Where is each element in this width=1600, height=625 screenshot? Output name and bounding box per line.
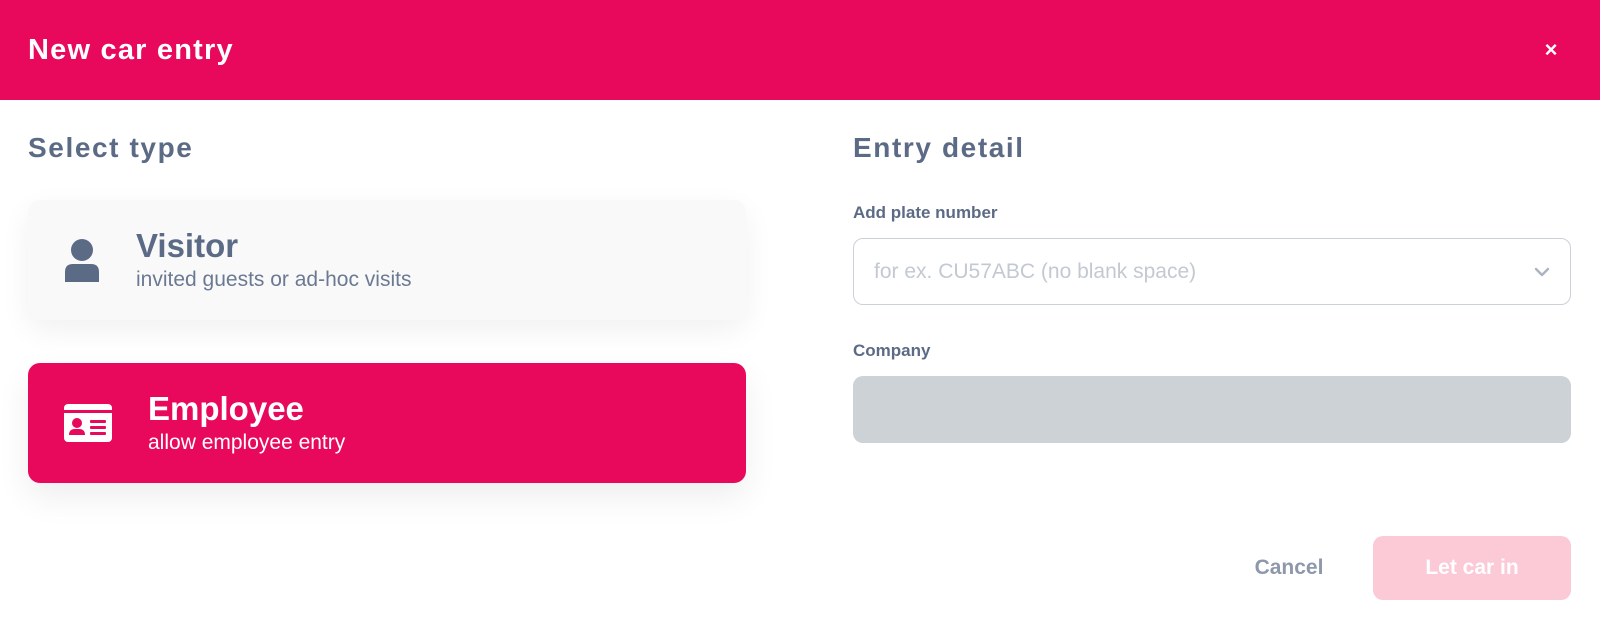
dialog-title: New car entry <box>28 33 234 66</box>
id-card-icon <box>28 403 148 443</box>
plate-number-label: Add plate number <box>853 203 998 222</box>
cancel-button[interactable]: Cancel <box>1230 548 1348 588</box>
company-field <box>853 376 1571 443</box>
company-label: Company <box>853 341 931 360</box>
let-car-in-button[interactable]: Let car in <box>1373 536 1571 600</box>
plate-number-input[interactable] <box>874 259 1474 284</box>
plate-number-select[interactable] <box>853 238 1571 305</box>
employee-subtitle: allow employee entry <box>148 431 346 455</box>
close-button[interactable]: × <box>1536 35 1566 65</box>
employee-option-card[interactable]: Employee allow employee entry <box>28 363 746 483</box>
select-type-title: Select type <box>28 132 194 163</box>
visitor-option-card[interactable]: Visitor invited guests or ad-hoc visits <box>28 200 746 320</box>
dialog-header: New car entry × <box>0 0 1600 100</box>
visitor-subtitle: invited guests or ad-hoc visits <box>136 268 412 292</box>
person-icon <box>28 238 136 282</box>
chevron-down-icon[interactable] <box>1534 267 1550 277</box>
visitor-title: Visitor <box>136 226 239 264</box>
close-icon: × <box>1544 37 1558 62</box>
employee-title: Employee <box>148 389 304 427</box>
entry-detail-title: Entry detail <box>853 132 1025 163</box>
